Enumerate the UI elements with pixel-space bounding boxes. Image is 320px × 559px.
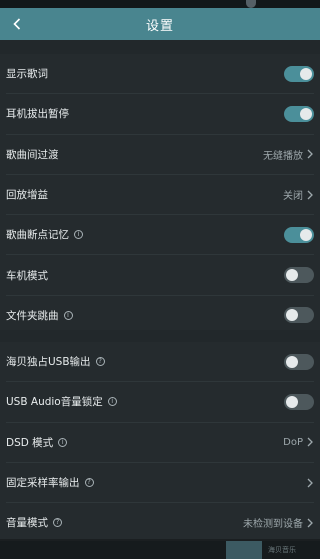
toggle-switch[interactable] xyxy=(284,65,314,82)
settings-row[interactable]: USB Audio音量锁定 i xyxy=(6,382,314,423)
settings-row-label: USB Audio音量锁定 xyxy=(6,396,103,409)
settings-row-control xyxy=(284,215,314,254)
settings-row-label-group: 车机模式 xyxy=(6,268,48,283)
toggle-switch[interactable] xyxy=(284,393,314,410)
settings-row[interactable]: 固定采样率输出? xyxy=(6,463,314,504)
toggle-knob xyxy=(286,309,298,322)
bottom-player-bar: 海贝音乐 xyxy=(0,541,320,559)
settings-row-value: DoP xyxy=(283,436,303,448)
section-gap xyxy=(0,40,320,54)
toggle-switch[interactable] xyxy=(284,105,314,122)
settings-row-value: 未检测到设备 xyxy=(243,519,303,531)
chevron-right-icon xyxy=(307,518,313,528)
settings-row-control xyxy=(284,255,314,294)
playback-settings-section: 显示歌词耳机拔出暂停 歌曲间过渡 无缝播放回放增益 关闭歌曲断点记忆 i 车机模式文件夹跳… xyxy=(0,54,320,330)
toggle-knob xyxy=(300,228,312,241)
settings-row-label: 音量模式 xyxy=(6,517,48,530)
settings-row-label: DSD 模式 xyxy=(6,436,54,449)
settings-row-control xyxy=(284,382,314,421)
info-icon[interactable]: i xyxy=(58,437,68,447)
info-icon[interactable]: i xyxy=(74,230,83,240)
section-gap xyxy=(0,330,320,342)
settings-row-label-group: 音量模式? xyxy=(6,515,62,530)
settings-row-label-group: 歌曲断点记忆 i xyxy=(6,227,83,242)
toggle-knob xyxy=(286,355,298,368)
toggle-switch[interactable] xyxy=(284,226,314,243)
settings-row-label: 文件夹跳曲 xyxy=(6,309,59,322)
status-indicator xyxy=(246,0,256,8)
chevron-left-icon xyxy=(13,18,21,30)
settings-row[interactable]: 音量模式? 未检测到设备 xyxy=(6,503,314,542)
settings-row[interactable]: 歌曲断点记忆 i xyxy=(6,215,314,256)
toggle-switch[interactable] xyxy=(284,353,314,370)
settings-row-label: 歌曲断点记忆 xyxy=(6,229,69,242)
toggle-switch[interactable] xyxy=(284,307,314,324)
settings-row-control xyxy=(284,54,314,93)
help-icon[interactable]: ? xyxy=(95,357,105,367)
info-icon[interactable]: i xyxy=(107,397,117,407)
help-icon[interactable]: ? xyxy=(53,518,62,528)
chevron-right-icon xyxy=(307,149,313,159)
settings-row-label: 回放增益 xyxy=(6,189,48,202)
toggle-switch[interactable] xyxy=(284,267,314,284)
settings-row[interactable]: 海贝独占USB输出? xyxy=(6,342,314,383)
settings-row-label-group: 回放增益 xyxy=(6,187,48,202)
app-name-label: 海贝音乐 xyxy=(268,546,296,554)
settings-row-label: 海贝独占USB输出 xyxy=(6,356,91,369)
toggle-knob xyxy=(286,395,298,408)
back-button[interactable] xyxy=(6,13,28,35)
settings-row[interactable]: 回放增益 关闭 xyxy=(6,175,314,216)
settings-row-control: 无缝播放 xyxy=(263,135,314,174)
toggle-knob xyxy=(286,269,298,282)
settings-row[interactable]: 车机模式 xyxy=(6,255,314,296)
settings-row-control: 关闭 xyxy=(283,175,314,214)
chevron-right-icon xyxy=(307,190,313,199)
chevron-right-icon xyxy=(307,478,313,487)
status-bar xyxy=(0,0,320,8)
info-icon[interactable]: i xyxy=(63,310,73,320)
settings-row-control: 未检测到设备 xyxy=(243,503,314,542)
app-header: 设置 xyxy=(0,8,320,40)
page-title: 设置 xyxy=(145,18,174,34)
toggle-knob xyxy=(300,67,312,80)
settings-row-label-group: 文件夹跳曲 i xyxy=(6,308,73,323)
settings-row-label-group: 歌曲间过渡 xyxy=(6,147,59,162)
settings-row-label-group: 显示歌词 xyxy=(6,66,48,81)
settings-row-control xyxy=(284,94,314,133)
settings-row-label-group: 海贝独占USB输出? xyxy=(6,354,105,369)
chevron-right-icon xyxy=(307,437,313,447)
settings-row[interactable]: DSD 模式 i DoP xyxy=(6,423,314,463)
settings-row[interactable]: 歌曲间过渡 无缝播放 xyxy=(6,135,314,175)
settings-row-label: 耳机拔出暂停 xyxy=(6,108,69,121)
settings-row-label: 显示歌词 xyxy=(6,68,48,81)
album-art-thumbnail[interactable] xyxy=(226,541,262,559)
output-settings-section: 海贝独占USB输出? USB Audio音量锁定 i DSD 模式 i DoP 固定采样率输… xyxy=(0,342,320,539)
settings-row-value: 关闭 xyxy=(283,191,303,203)
help-icon[interactable]: ? xyxy=(84,478,94,488)
settings-row-control xyxy=(303,463,314,502)
toggle-knob xyxy=(300,107,312,120)
settings-row-label-group: DSD 模式 i xyxy=(6,435,68,450)
settings-row-value: 无缝播放 xyxy=(263,150,303,162)
settings-row-label-group: 耳机拔出暂停 xyxy=(6,106,69,121)
settings-row-control xyxy=(284,342,314,381)
settings-row-control: DoP xyxy=(283,423,314,462)
settings-row[interactable]: 耳机拔出暂停 xyxy=(6,94,314,135)
settings-row-label: 固定采样率输出 xyxy=(6,477,80,490)
settings-row-label-group: USB Audio音量锁定 i xyxy=(6,394,117,409)
settings-row-label: 歌曲间过渡 xyxy=(6,148,59,161)
settings-row[interactable]: 显示歌词 xyxy=(6,54,314,95)
settings-row-label-group: 固定采样率输出? xyxy=(6,475,94,490)
settings-row-label: 车机模式 xyxy=(6,269,48,282)
